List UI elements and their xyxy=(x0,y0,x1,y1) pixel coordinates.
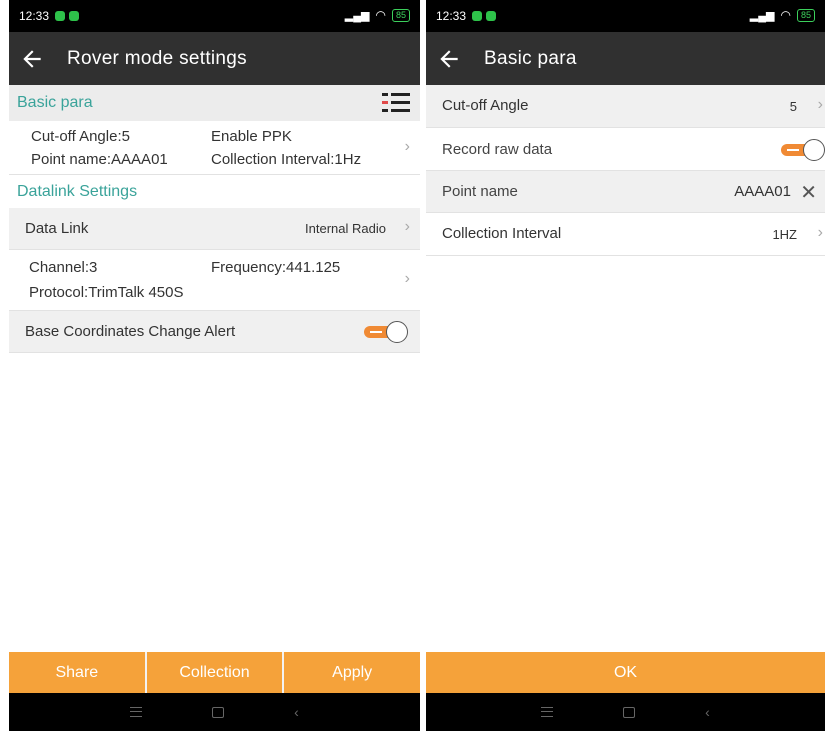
chevron-right-icon: › xyxy=(817,96,823,113)
page-title: Basic para xyxy=(484,47,577,69)
notification-icon xyxy=(472,11,483,21)
collection-interval-row[interactable]: Collection Interval 1HZ › xyxy=(426,213,825,256)
page-title: Rover mode settings xyxy=(67,47,247,69)
notification-icon xyxy=(69,11,80,21)
status-bar: 12:33 ▂▄▆ ◠ 85 xyxy=(9,0,420,32)
cutoff-angle-row[interactable]: Cut-off Angle 5 › xyxy=(426,85,825,128)
point-name-input[interactable]: AAAA01 xyxy=(734,183,791,200)
system-nav-bar: ‹ xyxy=(9,693,420,731)
share-button[interactable]: Share xyxy=(9,652,145,693)
back-nav-icon[interactable]: ‹ xyxy=(705,704,710,720)
clear-icon[interactable]: ✕ xyxy=(800,180,817,205)
radio-params-row[interactable]: Channel:3 Frequency:441.125 Protocol:Tri… xyxy=(9,250,420,311)
chevron-right-icon: › xyxy=(817,224,823,241)
protocol-text: Protocol:TrimTalk 450S xyxy=(29,284,184,301)
frequency-text: Frequency:441.125 xyxy=(211,259,341,276)
point-name-row: Point name AAAA01 ✕ xyxy=(426,171,825,213)
battery-icon: 85 xyxy=(796,8,815,22)
back-arrow-icon[interactable] xyxy=(19,46,45,72)
recents-icon[interactable] xyxy=(541,707,554,717)
data-link-label: Data Link xyxy=(25,220,89,237)
wifi-icon: ◠ xyxy=(780,8,791,22)
wifi-icon: ◠ xyxy=(375,8,386,22)
notification-icon xyxy=(486,11,497,21)
chevron-right-icon: › xyxy=(404,138,410,155)
basic-para-screen: 12:33 ▂▄▆ ◠ 85 Basic para Cut-off Angle … xyxy=(426,0,825,731)
rover-mode-screen: 12:33 ▂▄▆ ◠ 85 Rover mode settings Basic… xyxy=(9,0,420,731)
record-raw-data-row: Record raw data xyxy=(426,128,825,171)
bottom-action-bar: OK xyxy=(426,652,825,693)
base-alert-label: Base Coordinates Change Alert xyxy=(25,323,236,340)
section-basic-para: Basic para xyxy=(9,85,420,121)
notification-icon xyxy=(55,11,66,21)
status-bar: 12:33 ▂▄▆ ◠ 85 xyxy=(426,0,825,32)
home-icon[interactable] xyxy=(623,706,636,718)
point-name-text: Point name:AAAA01 xyxy=(31,151,168,168)
home-icon[interactable] xyxy=(212,706,225,718)
cutoff-angle-label: Cut-off Angle xyxy=(442,97,529,114)
collection-interval-text: Collection Interval:1Hz xyxy=(211,151,362,168)
back-nav-icon[interactable]: ‹ xyxy=(294,704,299,720)
battery-icon: 85 xyxy=(391,8,410,22)
ok-button[interactable]: OK xyxy=(426,652,825,693)
status-time: 12:33 xyxy=(436,9,467,23)
list-menu-icon[interactable] xyxy=(382,91,410,115)
chevron-right-icon: › xyxy=(404,218,410,235)
point-name-label: Point name xyxy=(442,183,518,200)
bottom-action-bar: Share Collection Apply xyxy=(9,652,420,693)
app-bar: Basic para xyxy=(426,32,825,85)
base-alert-toggle[interactable] xyxy=(364,321,408,343)
enable-ppk-text: Enable PPK xyxy=(211,128,292,145)
basic-para-summary[interactable]: Cut-off Angle:5 Enable PPK Point name:AA… xyxy=(9,121,420,175)
recents-icon[interactable] xyxy=(130,707,143,717)
collection-button[interactable]: Collection xyxy=(146,652,283,693)
app-bar: Rover mode settings xyxy=(9,32,420,85)
base-alert-row: Base Coordinates Change Alert xyxy=(9,311,420,353)
status-time: 12:33 xyxy=(19,9,50,23)
signal-icon: ▂▄▆ xyxy=(344,9,370,22)
data-link-row[interactable]: Data Link Internal Radio › xyxy=(9,208,420,250)
cutoff-angle-text: Cut-off Angle:5 xyxy=(31,128,130,145)
data-link-value: Internal Radio xyxy=(305,221,386,236)
channel-text: Channel:3 xyxy=(29,259,98,276)
record-raw-data-toggle[interactable] xyxy=(781,139,825,161)
signal-icon: ▂▄▆ xyxy=(749,9,775,22)
section-datalink: Datalink Settings xyxy=(9,175,420,208)
section-title: Basic para xyxy=(17,94,93,111)
collection-interval-value: 1HZ xyxy=(772,227,797,242)
back-arrow-icon[interactable] xyxy=(436,46,462,72)
apply-button[interactable]: Apply xyxy=(284,652,420,693)
record-raw-data-label: Record raw data xyxy=(442,141,553,158)
section-title: Datalink Settings xyxy=(17,182,138,200)
chevron-right-icon: › xyxy=(404,270,410,287)
collection-interval-label: Collection Interval xyxy=(442,225,562,242)
cutoff-angle-value: 5 xyxy=(789,99,797,114)
system-nav-bar: ‹ xyxy=(426,693,825,731)
